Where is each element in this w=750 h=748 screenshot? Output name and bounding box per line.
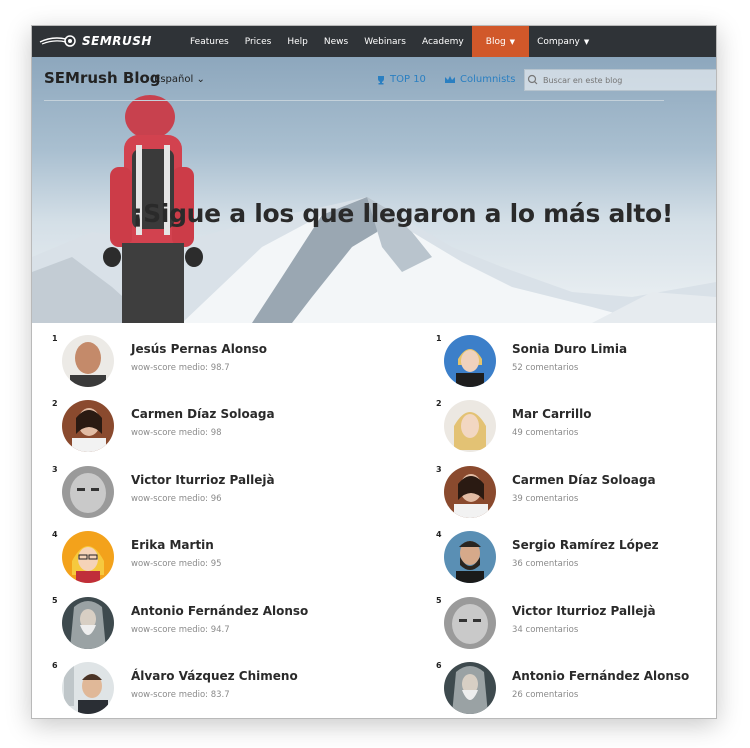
author-name[interactable]: Antonio Fernández Alonso [131,604,308,618]
avatar[interactable] [62,661,114,714]
language-label: Español [154,74,194,85]
rank-number: 6 [436,660,442,670]
avatar[interactable] [444,465,496,518]
comment-count: 26 comentarios [512,689,579,700]
hero-banner: SEMrush Blog Español ⌄ TOP 10 Columnists… [32,57,716,323]
avatar[interactable] [62,400,114,453]
rank-number: 3 [52,464,58,474]
semrush-logo[interactable]: SEMRUSH [38,34,152,48]
author-name[interactable]: Jesús Pernas Alonso [131,342,267,356]
author-name[interactable]: Sonia Duro Limia [512,342,627,356]
author-name[interactable]: Sergio Ramírez López [512,538,659,552]
columnists-label: Columnists [460,74,516,85]
nav-academy[interactable]: Academy [414,26,472,57]
blog-brand[interactable]: SEMrush Blog [44,69,161,87]
avatar[interactable] [444,531,496,584]
nav-blog-label: Blog [485,36,506,47]
author-name[interactable]: Álvaro Vázquez Chimeno [131,669,298,683]
author-name[interactable]: Erika Martin [131,538,214,552]
chevron-down-icon: ▼ [583,37,590,46]
rank-number: 1 [52,334,58,343]
nav-features[interactable]: Features [182,26,237,57]
nav-company-label: Company [537,36,580,47]
comment-count: 36 comentarios [512,559,579,570]
rank-number: 5 [436,595,442,605]
rank-number: 2 [52,399,58,409]
nav-news[interactable]: News [316,26,356,57]
list-item[interactable]: 1 Sonia Duro Limia 52 comentarios [414,324,716,389]
comment-count: 49 comentarios [512,428,579,439]
rank-number: 6 [52,660,58,670]
avatar[interactable] [444,335,496,387]
comments-ranking: 1 Sonia Duro Limia 52 comentarios 2 Mar … [414,324,716,716]
avatar[interactable] [62,596,114,649]
nav-webinars[interactable]: Webinars [356,26,414,57]
author-name[interactable]: Victor Iturrioz Pallejà [131,473,275,487]
nav-blog[interactable]: Blog ▼ [471,26,530,57]
list-item[interactable]: 6 Álvaro Vázquez Chimeno wow-score medio… [32,651,372,716]
rank-number: 4 [436,530,442,540]
search-icon [527,74,538,85]
list-item[interactable]: 6 Antonio Fernández Alonso 26 comentario… [414,651,716,716]
fireball-icon [39,35,76,47]
list-item[interactable]: 3 Victor Iturrioz Pallejà wow-score medi… [32,455,372,520]
wow-score: wow-score medio: 96 [131,493,222,504]
avatar[interactable] [62,335,114,387]
avatar[interactable] [444,400,496,453]
nav-help[interactable]: Help [279,26,316,57]
crown-icon [445,75,455,83]
nav-links: Features Prices Help News Webinars Acade… [182,26,597,57]
author-name[interactable]: Carmen Díaz Soloaga [131,407,275,421]
comment-count: 39 comentarios [512,493,579,504]
blog-search[interactable] [524,69,716,91]
wow-score: wow-score medio: 94.7 [131,624,230,635]
author-name[interactable]: Victor Iturrioz Pallejà [512,604,656,618]
comment-count: 52 comentarios [512,363,579,373]
wow-score: wow-score medio: 98 [131,428,222,439]
avatar[interactable] [444,596,496,649]
trophy-icon [378,75,384,84]
wow-score: wow-score medio: 95 [131,559,222,570]
wow-score-ranking: 1 Jesús Pernas Alonso wow-score medio: 9… [32,324,372,716]
comment-count: 34 comentarios [512,624,579,635]
top10-link[interactable]: TOP 10 [376,74,426,85]
top10-label: TOP 10 [390,74,426,85]
list-item[interactable]: 2 Carmen Díaz Soloaga wow-score medio: 9… [32,389,372,454]
author-name[interactable]: Antonio Fernández Alonso [512,669,689,683]
rank-number: 3 [436,464,442,474]
browser-frame: SEMRUSH Features Prices Help News Webina… [31,25,717,719]
chevron-down-icon: ▼ [509,37,516,46]
rank-number: 5 [52,595,58,605]
author-name[interactable]: Carmen Díaz Soloaga [512,473,656,487]
list-item[interactable]: 5 Antonio Fernández Alonso wow-score med… [32,586,372,651]
list-item[interactable]: 1 Jesús Pernas Alonso wow-score medio: 9… [32,324,372,389]
chevron-down-icon: ⌄ [196,74,205,85]
blog-subheader: SEMrush Blog Español ⌄ TOP 10 Columnists [32,57,716,101]
avatar[interactable] [62,531,114,584]
avatar[interactable] [444,661,496,714]
list-item[interactable]: 4 Erika Martin wow-score medio: 95 [32,520,372,585]
list-item[interactable]: 3 Carmen Díaz Soloaga 39 comentarios [414,455,716,520]
list-item[interactable]: 5 Victor Iturrioz Pallejà 34 comentarios [414,586,716,651]
list-item[interactable]: 2 Mar Carrillo 49 comentarios [414,389,716,454]
avatar[interactable] [62,465,114,518]
top-nav: SEMRUSH Features Prices Help News Webina… [32,26,716,57]
hero-headline: ¡Sigue a los que llegaron a lo más alto! [132,199,673,228]
author-name[interactable]: Mar Carrillo [512,407,591,421]
list-item[interactable]: 4 Sergio Ramírez López 36 comentarios [414,520,716,585]
rank-number: 1 [436,334,442,343]
search-input[interactable] [541,74,705,86]
rank-number: 4 [52,530,58,540]
wow-score: wow-score medio: 83.7 [131,689,230,700]
nav-company[interactable]: Company ▼ [529,26,597,57]
nav-prices[interactable]: Prices [237,26,280,57]
rank-number: 2 [436,399,442,409]
columnists-link[interactable]: Columnists [444,74,515,85]
subheader-divider [44,100,664,101]
wow-score: wow-score medio: 98.7 [131,363,230,373]
language-select[interactable]: Español ⌄ [154,74,205,85]
logo-text: SEMRUSH [82,34,152,48]
